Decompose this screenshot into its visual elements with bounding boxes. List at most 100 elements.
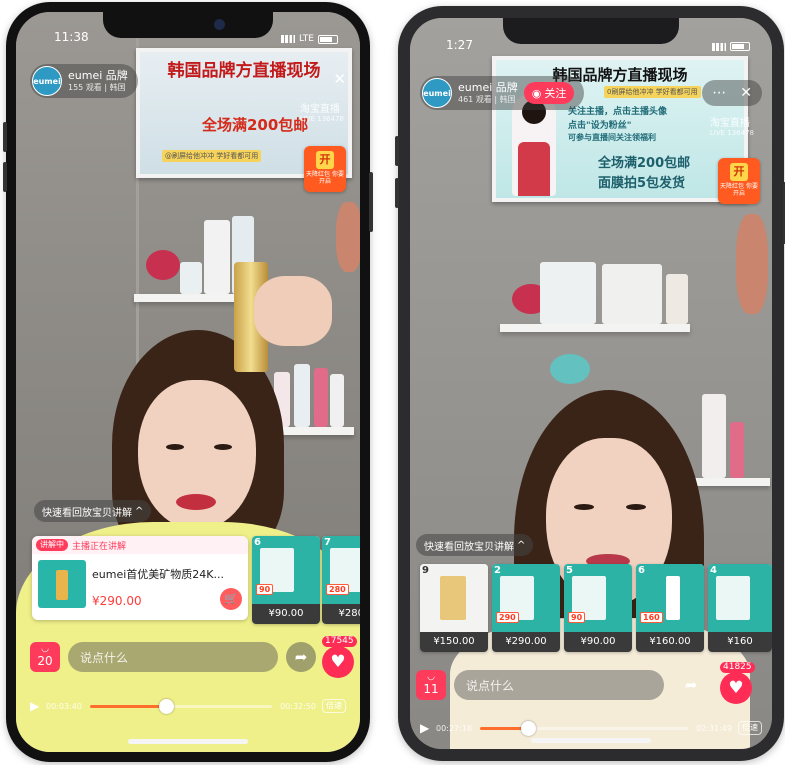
shelf-product <box>702 394 726 478</box>
follow-label: 关注 <box>544 87 567 100</box>
product-price: ¥160.00 <box>636 632 704 652</box>
price-badge: 90 <box>568 612 586 623</box>
home-indicator <box>531 738 651 743</box>
host-avatar[interactable]: eumei <box>32 66 62 96</box>
presenter-mouth <box>176 494 216 510</box>
red-packet-icon: 开 <box>316 151 334 169</box>
product-index: 2 <box>494 565 501 576</box>
time-total: 00:32:50 <box>280 701 316 711</box>
share-icon[interactable]: ➦ <box>676 670 706 700</box>
camera <box>214 19 225 30</box>
comment-input[interactable]: 说点什么 <box>68 642 278 672</box>
volume-down-button <box>3 162 7 192</box>
featured-product-card[interactable]: 讲解中 主播正在讲解 eumei首优美矿物质24K... ¥290.00 🛒 <box>32 536 248 620</box>
product-image <box>420 564 488 632</box>
host-info[interactable]: eumei eumei 品牌 461 观看 | 韩国 ◉ 关注 <box>420 76 585 110</box>
time-total: 02:31:49 <box>696 723 732 733</box>
playback-bar: ▶ 00:27:18 02:31:49 倍速 <box>410 718 772 738</box>
volume-up-button <box>3 122 7 152</box>
shelf-product <box>204 220 230 294</box>
share-icon[interactable]: ➦ <box>286 642 316 672</box>
host-meta: 155 观看 | 韩国 <box>68 83 126 92</box>
heart-icon[interactable]: ♥ <box>322 646 354 678</box>
tv-line3: 可参与直播间关注领福利 <box>568 133 656 142</box>
tv-title: 韩国品牌方直播现场 <box>167 61 321 81</box>
notch <box>103 12 273 38</box>
presenter-eye <box>574 504 594 510</box>
product-index: 5 <box>566 565 573 576</box>
play-icon[interactable]: ▶ <box>30 699 46 713</box>
play-icon[interactable]: ▶ <box>420 721 436 735</box>
progress-knob[interactable] <box>159 698 175 714</box>
product-package <box>440 576 466 620</box>
more-icon[interactable]: ⋯ <box>712 85 726 101</box>
top-actions: ⋯ ✕ <box>702 80 762 106</box>
tv-promo-2: 面膜拍5包发货 <box>598 176 686 191</box>
network-label: LTE <box>299 34 314 44</box>
presenter-hand <box>254 276 332 346</box>
close-icon[interactable]: ✕ <box>740 85 752 101</box>
product-card[interactable]: 2 290 ¥290.00 <box>492 564 560 652</box>
tv-banner: @刷屏给他冲冲 学好看都可用 <box>162 150 262 162</box>
tv-promo: 全场满200包邮 <box>598 156 691 171</box>
signal-icon <box>281 35 296 43</box>
tv-promo: 全场满200包邮 <box>202 116 309 134</box>
product-card[interactable]: 7 280 ¥280.0 <box>322 536 360 624</box>
host-info[interactable]: eumei eumei 品牌 155 观看 | 韩国 <box>30 64 138 98</box>
cart-icon[interactable]: 🛒 <box>220 588 242 610</box>
shopping-bag-button[interactable]: ◡ 20 <box>30 642 60 672</box>
speed-button[interactable]: 倍速 <box>738 721 762 735</box>
flower-pot <box>550 354 590 384</box>
red-packet-button[interactable]: 开 天降红包 你要开启 <box>304 146 346 192</box>
host-name: eumei 品牌 <box>458 81 518 94</box>
status-icons: LTE <box>281 34 338 44</box>
red-packet-label: 天降红包 你要开启 <box>306 171 344 185</box>
red-packet-button[interactable]: 开 天降红包 你要开启 <box>718 158 760 204</box>
volume-down-button <box>395 178 399 208</box>
battery-icon <box>730 42 750 51</box>
price-badge: 290 <box>496 612 519 623</box>
shelf-product <box>730 422 744 478</box>
heart-icon[interactable]: ♥ <box>720 672 752 704</box>
home-indicator <box>128 739 248 744</box>
product-card[interactable]: 5 90 ¥90.00 <box>564 564 632 652</box>
shelf-product <box>330 374 344 427</box>
product-price: ¥150.00 <box>420 632 488 652</box>
status-icons <box>712 42 750 51</box>
product-price: ¥290.00 <box>492 632 560 652</box>
model-dress <box>518 142 550 196</box>
progress-track[interactable] <box>479 720 689 736</box>
notch <box>503 18 679 44</box>
product-index: 7 <box>324 537 331 548</box>
chevron-up-icon: ^ <box>517 539 526 551</box>
product-bottle <box>56 570 68 600</box>
replay-button[interactable]: 快速看回放宝贝讲解 ^ <box>34 500 152 522</box>
volume-up-button <box>395 136 399 166</box>
progress-track[interactable] <box>89 698 273 714</box>
close-icon[interactable]: ✕ <box>333 70 346 88</box>
host-name: eumei 品牌 <box>68 69 128 82</box>
battery-icon <box>318 34 338 44</box>
progress-knob[interactable] <box>520 720 536 736</box>
product-price: ¥90.00 <box>564 632 632 652</box>
tv-line2: 点击"设为粉丝" <box>568 121 632 131</box>
presenter-eye <box>626 504 646 510</box>
product-card[interactable]: 6 90 ¥90.00 <box>252 536 320 624</box>
explaining-badge: 讲解中 <box>36 539 68 551</box>
product-index: 4 <box>710 565 717 576</box>
follow-button[interactable]: ◉ 关注 <box>523 82 575 104</box>
product-card[interactable]: 6 160 ¥160.00 <box>636 564 704 652</box>
product-price: ¥160 <box>708 632 772 652</box>
speed-button[interactable]: 倍速 <box>322 699 346 713</box>
product-price: ¥280.0 <box>322 604 360 624</box>
phone-right: 1:27 韩国品牌方直播现场 0刷屏给他冲冲 学好看都可用 关注主播，点击主播头… <box>395 6 785 761</box>
product-card[interactable]: 4 ¥160 <box>708 564 772 652</box>
replay-button[interactable]: 快速看回放宝贝讲解 ^ <box>416 534 534 556</box>
host-avatar[interactable]: eumei <box>422 78 452 108</box>
product-index: 6 <box>254 537 261 548</box>
bag-count: 11 <box>423 682 439 696</box>
comment-input[interactable]: 说点什么 <box>454 670 664 700</box>
shopping-bag-button[interactable]: ◡ 11 <box>416 670 446 700</box>
watermark-sub: LIVE 136478 <box>299 115 344 123</box>
product-card[interactable]: 9 ¥150.00 <box>420 564 488 652</box>
